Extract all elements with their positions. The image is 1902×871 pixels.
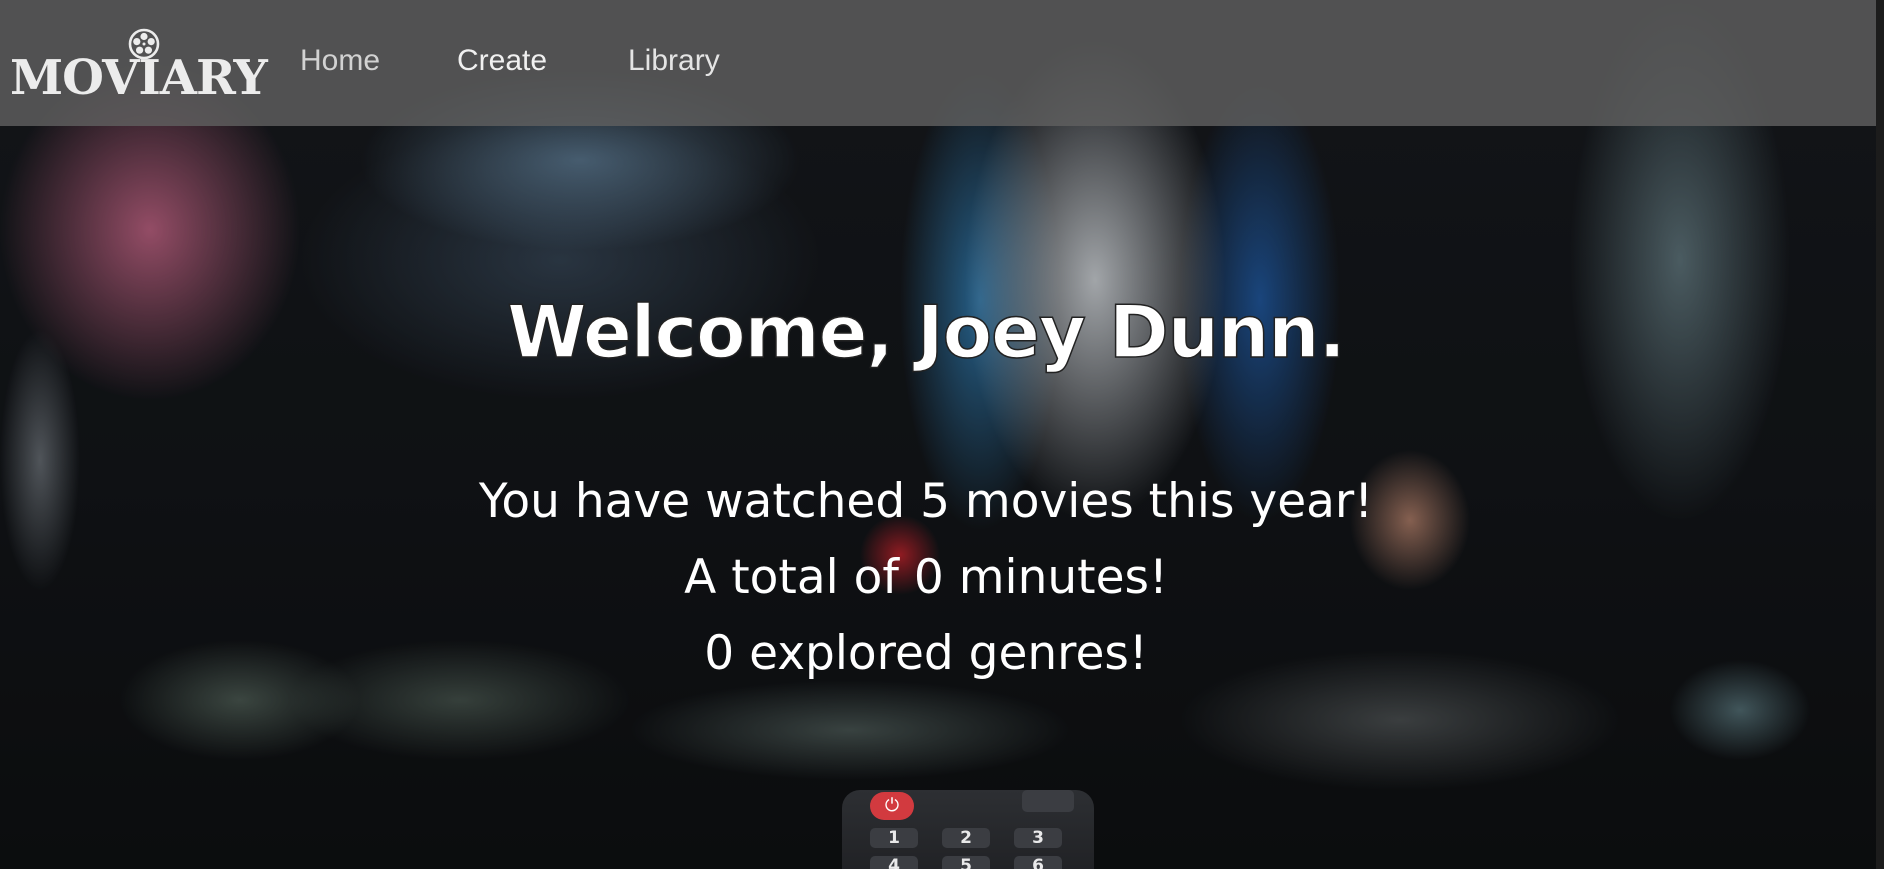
scrollbar-track[interactable] [1876, 0, 1884, 871]
nav-home-link[interactable]: Home [300, 44, 380, 78]
brand-logo[interactable]: MOVIARY [10, 24, 268, 114]
page-viewport: ⏻ 1 2 3 4 5 6 Welcome, Joey Dunn. You ha… [0, 0, 1876, 869]
genres-explored-stat: 0 explored genres! [704, 626, 1148, 681]
nav-create-link[interactable]: Create [457, 44, 547, 78]
top-navbar: MOVIARY Home Create Library [0, 0, 1876, 126]
movies-watched-stat: You have watched 5 movies this year! [478, 474, 1374, 529]
page-scrollbar[interactable] [1876, 0, 1902, 871]
hero-section: Welcome, Joey Dunn. You have watched 5 m… [0, 0, 1876, 869]
welcome-heading: Welcome, Joey Dunn. [506, 289, 1346, 375]
minutes-watched-stat: A total of 0 minutes! [684, 550, 1168, 605]
nav-library-link[interactable]: Library [628, 44, 720, 78]
logo-wordmark: MOVIARY [10, 50, 268, 106]
